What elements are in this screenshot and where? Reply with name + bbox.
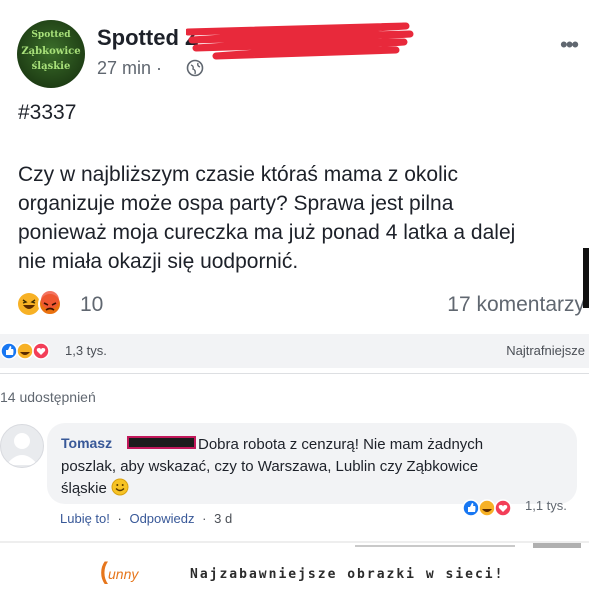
post-timestamp[interactable]: 27 min · [97,58,162,79]
footer-tagline: Najzabawniejsze obrazki w sieci! [190,567,505,582]
scrollbar-thumb[interactable] [583,248,589,308]
comments-sort-dropdown[interactable]: Najtrafniejsze [506,343,585,358]
like-button[interactable]: Lubię to! [60,511,110,526]
post-line-3: ponieważ moja cureczka ma już ponad 4 la… [18,221,516,244]
post-line-4: nie miała okazji się uodpornić. [18,250,299,273]
funny-logo-bracket: ( [100,558,108,585]
default-avatar-icon[interactable] [0,424,44,468]
avatar-text-line2: Ząbkowice [21,46,81,57]
reply-button[interactable]: Odpowiedz [129,511,194,526]
separator: · [117,511,122,526]
reply-reactions[interactable] [0,340,60,362]
comment-age[interactable]: 3 d [214,511,232,526]
page-avatar[interactable]: Spotted Ząbkowice śląskie [17,20,85,88]
post-card: Spotted Ząbkowice śląskie Spotted Z 27 m… [0,0,589,334]
smile-emoji-icon [111,478,129,496]
globe-icon [186,59,204,77]
haha-reaction-icon [16,342,34,360]
avatar-text-line3: śląskie [31,61,71,72]
funny-logo-text: unny [108,566,139,582]
reply-reactions-count[interactable]: 1,3 tys. [65,343,107,358]
shares-count[interactable]: 14 udostępnień [0,389,96,405]
haha-reaction-icon [18,293,40,315]
post-reaction-count[interactable]: 10 [80,293,103,317]
comment-reactions[interactable] [462,497,522,519]
separator: · [202,511,207,526]
comment-actions: Lubię to! · Odpowiedz · 3 d [60,511,236,526]
red-censor-scribble [186,22,414,60]
like-reaction-icon [462,499,480,517]
comment-reactions-count[interactable]: 1,1 tys. [525,498,567,513]
post-hashtag: #3337 [18,101,77,124]
love-reaction-icon [32,342,50,360]
haha-reaction-icon [478,499,496,517]
post-line-2: organizuje może ospa party? Sprawa jest … [18,192,454,215]
post-reactions[interactable] [16,290,76,318]
post-body: Czy w najbliższym czasie któraś mama z o… [18,160,588,276]
love-reaction-icon [494,499,512,517]
funny-logo: (unny [100,558,138,586]
divider [0,373,589,374]
comment-text: Dobra robota z cenzurą! Nie mam żadnych … [61,434,551,500]
comment-line-2: poszlak, aby wskazać, czy to Warszawa, L… [61,458,479,475]
avatar-text-line1: Spotted [31,30,71,40]
comment-line-3-text: śląskie [61,480,107,497]
post-line-1: Czy w najbliższym czasie któraś mama z o… [18,163,458,186]
page-name[interactable]: Spotted Z [97,25,198,51]
angry-reaction-icon [38,291,62,316]
more-icon[interactable]: ••• [560,32,579,58]
footer-faded-watermark [355,543,581,548]
default-avatar-silhouette [6,433,38,465]
like-reaction-icon [0,342,18,360]
post-comments-count[interactable]: 17 komentarzy [447,293,585,317]
comment-line-1: Dobra robota z cenzurą! Nie mam żadnych [198,436,484,453]
